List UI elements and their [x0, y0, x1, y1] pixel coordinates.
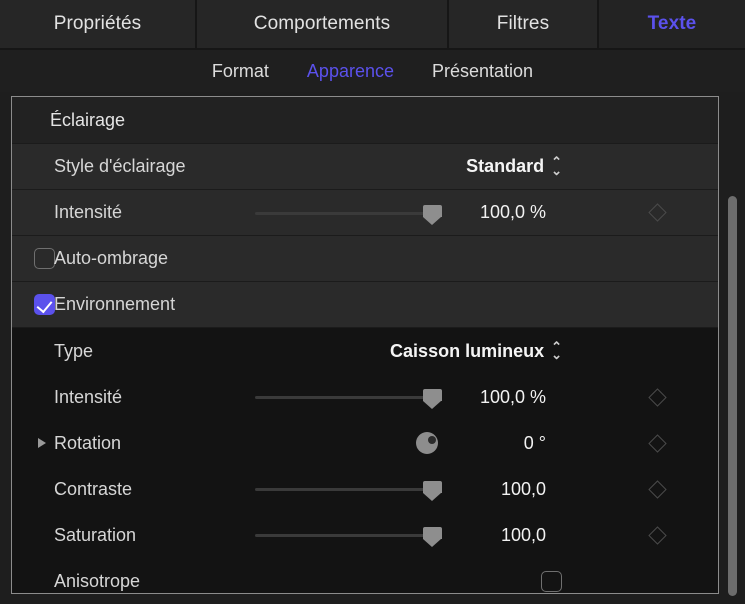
rotation-label: Rotation	[54, 433, 121, 454]
intensity-environment-unit: %	[530, 387, 546, 407]
row-intensity-lighting: Intensité 100,0%	[12, 190, 718, 236]
intensity-lighting-unit: %	[530, 202, 546, 222]
tab-texte[interactable]: Texte	[599, 0, 745, 48]
lighting-style-popup-button[interactable]: Standard ⌃ ⌄	[466, 156, 562, 177]
slider-track	[255, 212, 433, 215]
stepper-chevrons-icon: ⌃ ⌄	[551, 158, 562, 174]
section-title-label: Éclairage	[50, 110, 125, 131]
tab-proprietes[interactable]: Propriétés	[0, 0, 197, 48]
keyframe-diamond-icon[interactable]	[648, 388, 666, 406]
slider-track	[255, 534, 433, 537]
auto-shading-label: Auto-ombrage	[54, 248, 168, 269]
rotation-dial[interactable]	[416, 432, 438, 454]
rotation-value: 0	[524, 433, 534, 453]
tab-comportements-label: Comportements	[254, 13, 390, 35]
intensity-environment-value: 100,0	[480, 387, 525, 407]
row-saturation: Saturation 100,0	[12, 512, 718, 558]
environment-label: Environnement	[54, 294, 175, 315]
lighting-style-value: Standard	[466, 156, 544, 177]
row-anisotropic: Anisotrope	[12, 558, 718, 594]
saturation-label: Saturation	[54, 525, 136, 546]
subtab-apparence[interactable]: Apparence	[307, 61, 394, 82]
keyframe-diamond-icon[interactable]	[648, 526, 666, 544]
subtab-format[interactable]: Format	[212, 61, 269, 82]
chevron-down-icon: ⌄	[551, 167, 562, 175]
type-popup-button[interactable]: Caisson lumineux ⌃ ⌄	[390, 341, 562, 362]
subtab-presentation[interactable]: Présentation	[432, 61, 533, 82]
contrast-value-field[interactable]: 100,0	[501, 479, 546, 500]
panel-vertical-scrollbar[interactable]	[728, 196, 737, 596]
rotation-value-field[interactable]: 0°	[524, 433, 546, 454]
section-header-eclairage: Éclairage	[12, 97, 718, 144]
auto-shading-checkbox[interactable]	[34, 248, 55, 269]
keyframe-diamond-icon[interactable]	[648, 480, 666, 498]
environment-checkbox[interactable]	[34, 294, 55, 315]
anisotropic-checkbox[interactable]	[541, 571, 562, 592]
row-type: Type Caisson lumineux ⌃ ⌄	[12, 328, 718, 374]
intensity-lighting-slider[interactable]	[255, 202, 443, 224]
slider-thumb[interactable]	[423, 205, 442, 217]
slider-thumb[interactable]	[423, 389, 442, 401]
intensity-environment-value-field[interactable]: 100,0%	[480, 387, 546, 408]
saturation-value-field[interactable]: 100,0	[501, 525, 546, 546]
row-lighting-style: Style d'éclairage Standard ⌃ ⌄	[12, 144, 718, 190]
keyframe-diamond-icon[interactable]	[648, 203, 666, 221]
type-label: Type	[54, 341, 93, 362]
slider-track	[255, 488, 433, 491]
row-auto-shading: Auto-ombrage	[12, 236, 718, 282]
sub-tab-bar: Format Apparence Présentation	[0, 50, 745, 92]
intensity-environment-slider[interactable]	[255, 386, 443, 408]
slider-thumb[interactable]	[423, 481, 442, 493]
row-contrast: Contraste 100,0	[12, 466, 718, 512]
saturation-slider[interactable]	[255, 524, 443, 546]
tab-filtres[interactable]: Filtres	[449, 0, 599, 48]
intensity-environment-label: Intensité	[54, 387, 122, 408]
keyframe-diamond-icon[interactable]	[648, 434, 666, 452]
tab-texte-label: Texte	[648, 13, 697, 35]
disclosure-triangle-icon[interactable]	[38, 438, 46, 448]
intensity-lighting-value: 100,0	[480, 202, 525, 222]
stepper-chevrons-icon: ⌃ ⌄	[551, 343, 562, 359]
saturation-value: 100,0	[501, 525, 546, 545]
intensity-lighting-value-field[interactable]: 100,0%	[480, 202, 546, 223]
appearance-parameter-panel: Éclairage Style d'éclairage Standard ⌃ ⌄…	[11, 96, 719, 594]
inspector-tab-bar: Propriétés Comportements Filtres Texte	[0, 0, 745, 50]
intensity-lighting-label: Intensité	[54, 202, 122, 223]
rotation-dial-knob[interactable]	[428, 436, 436, 444]
tab-filtres-label: Filtres	[497, 13, 549, 35]
slider-thumb[interactable]	[423, 527, 442, 539]
type-value: Caisson lumineux	[390, 341, 544, 362]
tab-proprietes-label: Propriétés	[54, 13, 142, 35]
anisotropic-label: Anisotrope	[54, 571, 140, 592]
tab-comportements[interactable]: Comportements	[197, 0, 449, 48]
row-environment: Environnement	[12, 282, 718, 328]
contrast-slider[interactable]	[255, 478, 443, 500]
chevron-down-icon: ⌄	[551, 351, 562, 359]
rotation-unit: °	[539, 433, 546, 453]
row-rotation: Rotation 0°	[12, 420, 718, 466]
contrast-label: Contraste	[54, 479, 132, 500]
slider-track	[255, 396, 433, 399]
contrast-value: 100,0	[501, 479, 546, 499]
row-intensity-environment: Intensité 100,0%	[12, 374, 718, 420]
lighting-style-label: Style d'éclairage	[54, 156, 186, 177]
